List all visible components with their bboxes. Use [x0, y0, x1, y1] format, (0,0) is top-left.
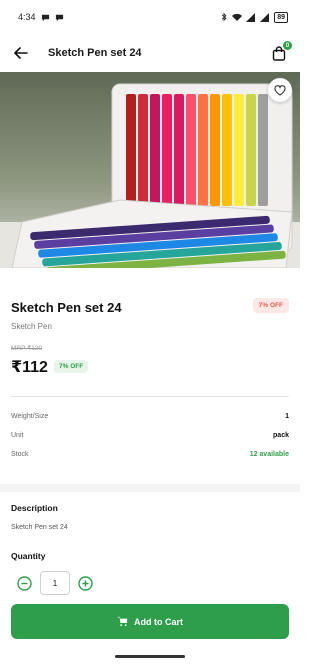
spec-label: Weight/Size — [11, 413, 49, 420]
signal-icon — [246, 12, 256, 22]
status-time: 4:34 — [18, 12, 36, 22]
decrease-quantity-button[interactable] — [17, 575, 32, 591]
quantity-stepper: 1 — [17, 571, 93, 595]
spec-label: Stock — [11, 451, 29, 458]
spec-row-weight: Weight/Size 1 — [11, 413, 289, 420]
plus-circle-icon — [78, 575, 93, 591]
section-separator — [0, 484, 300, 492]
notification-icon — [41, 14, 49, 21]
mrp-price: MRP ₹120 — [11, 345, 43, 352]
spec-row-stock: Stock 12 available — [11, 451, 289, 458]
spec-row-unit: Unit pack — [11, 432, 289, 439]
quantity-input[interactable]: 1 — [40, 571, 70, 595]
increase-quantity-button[interactable] — [78, 575, 93, 591]
heart-outline-icon — [274, 84, 286, 96]
cart-icon — [117, 616, 128, 627]
stock-value: 12 available — [249, 451, 289, 458]
spec-value: 1 — [285, 413, 289, 420]
status-right: 89 — [220, 11, 288, 23]
bottom-action-bar: Add to Cart — [0, 600, 300, 665]
cart-count-badge: 0 — [283, 41, 292, 50]
quantity-title: Quantity — [11, 551, 46, 561]
bluetooth-icon — [222, 12, 227, 21]
status-left: 4:34 — [18, 12, 64, 22]
price-discount-badge: 7% OFF — [54, 360, 89, 373]
wifi-icon — [232, 13, 243, 21]
favorite-button[interactable] — [268, 78, 292, 102]
arrow-left-icon — [14, 47, 28, 59]
description-title: Description — [11, 503, 58, 513]
spec-label: Unit — [11, 432, 24, 439]
product-title: Sketch Pen set 24 — [11, 300, 122, 315]
add-to-cart-label: Add to Cart — [134, 616, 183, 627]
product-image — [0, 72, 300, 268]
discount-badge: 7% OFF — [252, 298, 289, 313]
minus-circle-icon — [17, 575, 32, 591]
message-icon — [55, 14, 63, 21]
divider — [11, 396, 289, 397]
signal-icon-2 — [260, 12, 270, 22]
add-to-cart-button[interactable]: Add to Cart — [11, 604, 289, 639]
spec-value: pack — [273, 432, 289, 439]
status-bar: 4:34 89 — [0, 0, 300, 34]
home-indicator — [115, 655, 185, 658]
product-photo — [0, 72, 300, 268]
battery-indicator: 89 — [274, 11, 288, 23]
product-category: Sketch Pen — [11, 322, 52, 331]
back-button[interactable] — [10, 42, 32, 64]
page-title: Sketch Pen set 24 — [48, 47, 142, 59]
cart-button[interactable]: 0 — [268, 41, 292, 64]
app-bar: Sketch Pen set 24 0 — [0, 34, 300, 72]
selling-price: ₹112 — [11, 359, 48, 376]
description-text: Sketch Pen set 24 — [11, 524, 68, 531]
